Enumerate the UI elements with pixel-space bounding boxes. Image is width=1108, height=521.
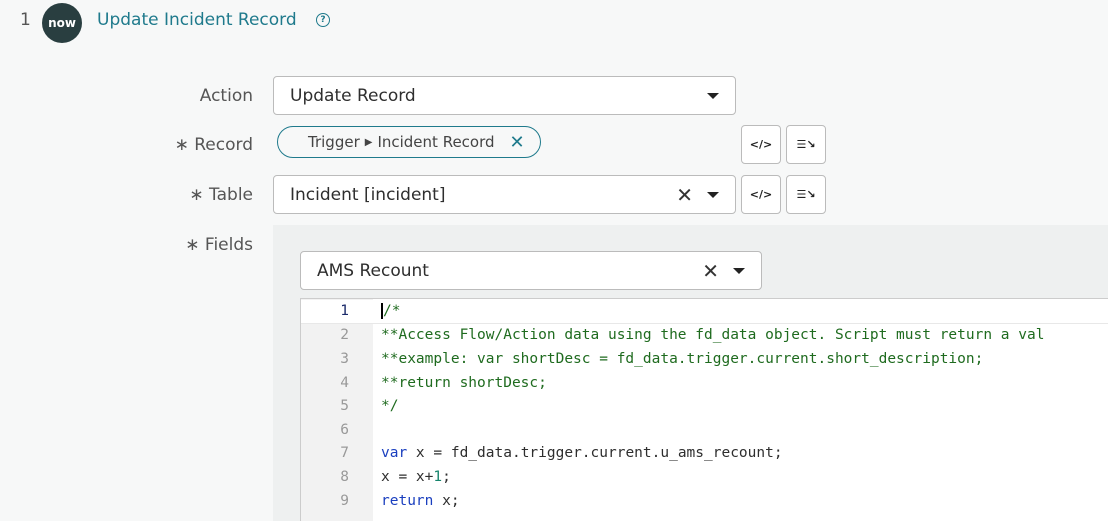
servicenow-logo: now [42,3,82,43]
code-line[interactable]: 7 var x = fd_data.trigger.current.u_ams_r… [301,442,1108,466]
table-value: Incident [incident] [290,184,446,205]
chevron-down-icon[interactable] [707,92,719,99]
code-token: x = x+ [381,468,434,485]
code-line[interactable]: 1 /* [301,300,1108,324]
data-pill-picker-button[interactable]: ☰↘ [786,125,826,164]
code-line[interactable]: 5 */ [301,394,1108,418]
data-pill-picker-button[interactable]: ☰↘ [786,175,826,214]
script-toggle-button[interactable]: </> [741,125,781,164]
question-circle-icon[interactable]: ? [316,13,330,27]
caret-right-icon: ▶ [364,136,373,148]
code-token: ; [442,468,451,485]
data-pill-picker-icon: ☰↘ [796,138,816,151]
code-line[interactable]: 6 [301,418,1108,442]
step-number: 1 [20,10,31,30]
action-label: Action [199,86,253,106]
code-token: return [381,492,434,509]
code-text: x = x+1; [381,469,451,485]
line-number: 5 [340,398,349,415]
clear-icon[interactable]: ✕ [676,183,693,207]
code-text: return x; [381,493,460,509]
script-icon: </> [749,188,773,201]
line-number: 7 [340,445,349,462]
code-line[interactable]: 8 x = x+1; [301,465,1108,489]
line-number: 1 [340,303,349,320]
line-number: 6 [340,421,349,438]
chevron-down-icon[interactable] [707,191,719,198]
code-token: x = fd_data.trigger.current.u_ams_recoun… [407,445,783,462]
script-editor[interactable]: 1 /* 2 **Access Flow/Action data using the … [300,298,1108,521]
code-text: **Access Flow/Action data using the fd_d… [381,327,1045,344]
line-number: 8 [340,468,349,485]
code-line[interactable]: 9 return x; [301,489,1108,513]
code-token: x; [433,492,460,509]
table-select[interactable]: Incident [incident] ✕ [273,175,736,214]
code-text: */ [381,398,399,415]
record-data-pill[interactable]: Trigger ▶ Incident Record ✕ [277,126,541,158]
table-label: ∗ Table [189,185,253,205]
line-number: 9 [340,492,349,509]
action-select[interactable]: Update Record [273,76,736,115]
code-line[interactable]: 3 **example: var shortDesc = fd_data.trig… [301,347,1108,371]
action-value: Update Record [290,85,416,106]
fields-label: ∗ Fields [185,235,253,255]
script-toggle-button[interactable]: </> [741,175,781,214]
code-line[interactable]: 2 **Access Flow/Action data using the fd_… [301,324,1108,348]
code-text: **example: var shortDesc = fd_data.trigg… [381,350,984,367]
record-label: ∗ Record [174,135,253,155]
data-pill-picker-icon: ☰↘ [796,188,816,201]
code-token: 1 [433,468,443,485]
field-value: AMS Recount [317,260,429,281]
line-number: 3 [340,350,349,367]
line-number: 2 [340,327,349,344]
pill-part: Trigger [308,133,360,151]
close-icon[interactable]: ✕ [510,132,525,153]
code-text: /* [381,303,401,320]
code-text: **return shortDesc; [381,374,547,391]
script-icon: </> [749,138,773,151]
step-title[interactable]: Update Incident Record [97,10,297,30]
code-text: var x = fd_data.trigger.current.u_ams_re… [381,445,783,461]
line-number: 4 [340,374,349,391]
chevron-down-icon[interactable] [733,267,745,274]
pill-part: Incident Record [377,133,495,151]
code-line[interactable]: 4 **return shortDesc; [301,371,1108,395]
code-token: var [381,445,408,462]
field-select[interactable]: AMS Recount ✕ [300,251,762,290]
clear-icon[interactable]: ✕ [702,259,719,283]
